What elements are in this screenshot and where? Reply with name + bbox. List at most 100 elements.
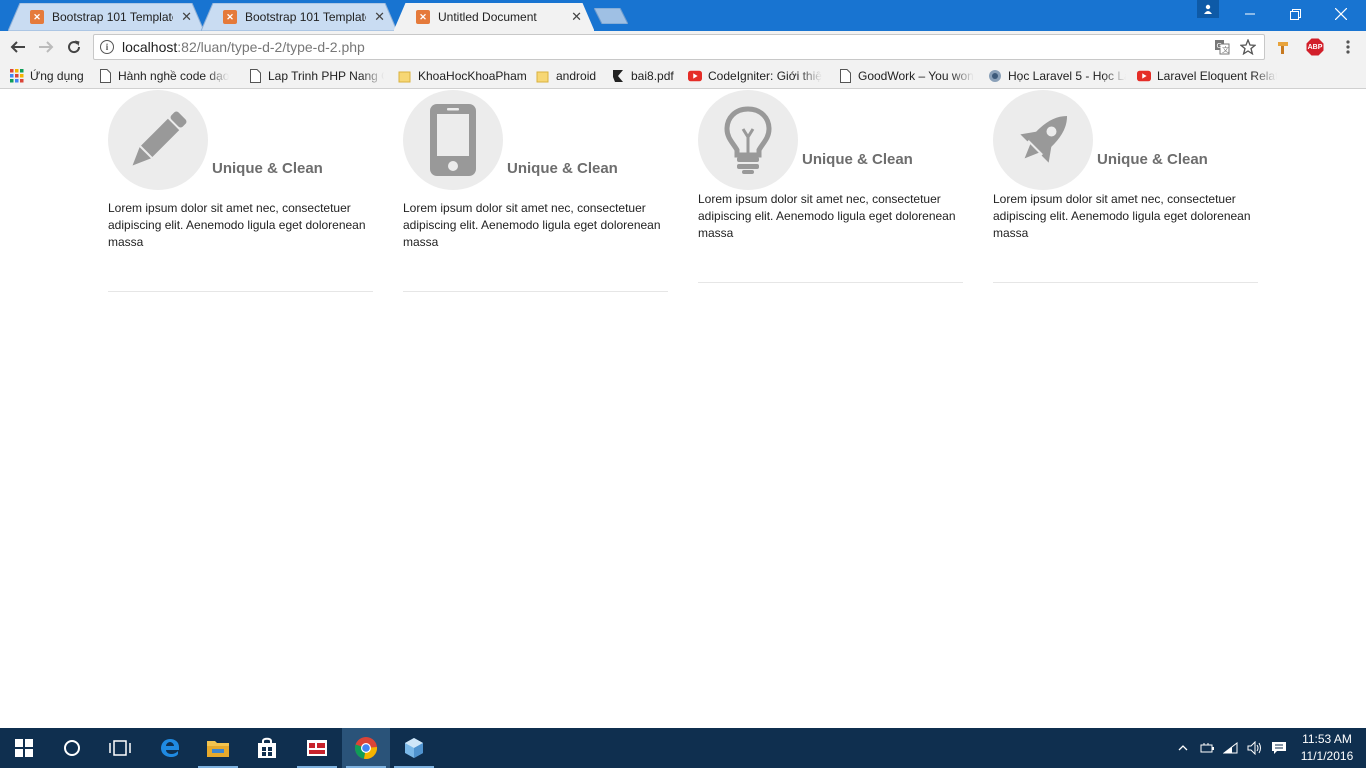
minimize-icon	[1245, 13, 1255, 15]
tab-close-icon[interactable]: ✕	[374, 9, 385, 25]
page-icon	[248, 69, 262, 83]
url-path: :82/luan/type-d-2/type-d-2.php	[177, 39, 365, 55]
power-plug-icon	[1200, 743, 1214, 753]
bookmark-item[interactable]: Hành nghề code dạo	[98, 67, 234, 85]
windows-taskbar: 11:53 AM 11/1/2016	[0, 728, 1366, 768]
feature-text: Lorem ipsum dolor sit amet nec, consecte…	[698, 192, 956, 240]
bookmark-label: Hành nghề code dạo	[118, 69, 230, 83]
tab-title: Bootstrap 101 Template	[52, 10, 174, 24]
youtube-icon	[688, 69, 702, 83]
tray-ime[interactable]	[1268, 728, 1290, 768]
chrome-browser-icon	[354, 737, 378, 759]
close-icon	[1335, 8, 1347, 20]
feature-title: Unique & Clean	[212, 160, 323, 177]
lightbulb-icon	[724, 106, 772, 174]
bookmark-label: Lap Trinh PHP Nang C	[268, 69, 384, 83]
forward-button[interactable]	[34, 35, 58, 59]
close-window-button[interactable]	[1318, 0, 1364, 28]
browser-tab-active[interactable]: ✕ Untitled Document ✕	[394, 3, 594, 31]
bookmark-item[interactable]: CodeIgniter: Giới thiệ	[688, 67, 826, 85]
taskbar-clock[interactable]: 11:53 AM 11/1/2016	[1296, 731, 1358, 765]
extension-button[interactable]	[1274, 37, 1294, 57]
reload-icon	[68, 40, 81, 54]
chrome-menu-button[interactable]	[1338, 37, 1358, 57]
xampp-favicon-icon: ✕	[30, 10, 44, 24]
new-tab-button[interactable]	[594, 8, 628, 24]
omnibox-actions: G文	[1214, 39, 1256, 55]
rocket-icon	[1020, 115, 1068, 163]
url-host: localhost	[122, 39, 178, 55]
clock-date: 11/1/2016	[1300, 749, 1354, 763]
bookmark-item[interactable]: Lap Trinh PHP Nang C	[248, 67, 384, 85]
bookmark-item[interactable]: Laravel Eloquent Relat	[1137, 67, 1277, 85]
tray-show-hidden[interactable]	[1174, 728, 1192, 768]
adblock-plus-label: ABP	[1307, 43, 1323, 51]
browser-tab[interactable]: ✕ Bootstrap 101 Template ✕	[201, 3, 397, 31]
task-view-icon	[109, 740, 131, 756]
windows-logo-icon	[15, 739, 33, 757]
bookmark-apps[interactable]: Ứng dụng	[10, 67, 84, 85]
app-window-icon	[307, 740, 327, 756]
tray-network[interactable]	[1220, 728, 1242, 768]
cortana-button[interactable]	[48, 728, 96, 768]
feature-divider	[108, 291, 373, 292]
page-icon	[98, 69, 112, 83]
site-info-icon[interactable]: i	[100, 40, 114, 54]
laravel-site-icon	[988, 69, 1002, 83]
adblock-plus-button[interactable]: ABP	[1305, 37, 1325, 57]
pdf-icon	[611, 69, 625, 83]
profile-button[interactable]	[1197, 0, 1219, 18]
browser-titlebar: ✕ Bootstrap 101 Template ✕ ✕ Bootstrap 1…	[0, 0, 1366, 31]
bookmark-item[interactable]: Học Laravel 5 - Học Là	[988, 67, 1126, 85]
bookmark-label: bai8.pdf	[631, 69, 674, 83]
task-view-button[interactable]	[96, 728, 144, 768]
tab-title: Untitled Document	[438, 10, 537, 24]
bookmark-folder[interactable]: android	[536, 67, 596, 85]
bookmark-item[interactable]: GoodWork – You won	[838, 67, 974, 85]
bookmark-label: Học Laravel 5 - Học Là	[1008, 69, 1126, 83]
feature-title: Unique & Clean	[507, 160, 618, 177]
hammer-extension-icon	[1278, 42, 1288, 54]
browser-tab[interactable]: ✕ Bootstrap 101 Template ✕	[8, 3, 204, 31]
xampp-favicon-icon: ✕	[416, 10, 430, 24]
taskbar-chrome[interactable]	[342, 728, 390, 768]
taskbar-app-red[interactable]	[293, 728, 341, 768]
taskbar-edge[interactable]	[146, 728, 194, 768]
folder-icon	[398, 69, 412, 83]
page-icon	[838, 69, 852, 83]
taskbar-store[interactable]	[243, 728, 291, 768]
page-viewport: Unique & Clean Lorem ipsum dolor sit ame…	[0, 90, 1366, 728]
tab-close-icon[interactable]: ✕	[181, 9, 192, 25]
feature-icon-circle	[403, 90, 503, 190]
feature-divider	[993, 282, 1258, 283]
feature-icon-circle	[993, 90, 1093, 190]
taskbar-app-box[interactable]	[390, 728, 438, 768]
translate-icon[interactable]: G文	[1214, 39, 1230, 55]
feature-text: Lorem ipsum dolor sit amet nec, consecte…	[993, 192, 1251, 240]
store-bag-icon	[258, 737, 276, 758]
start-button[interactable]	[0, 728, 48, 768]
back-button[interactable]	[6, 35, 30, 59]
bookmark-label: KhoaHocKhoaPham	[418, 69, 527, 83]
bookmark-star-icon[interactable]	[1240, 39, 1256, 55]
browser-toolbar: i localhost:82/luan/type-d-2/type-d-2.ph…	[0, 31, 1366, 63]
bookmark-label: CodeIgniter: Giới thiệ	[708, 69, 822, 83]
tab-close-icon[interactable]: ✕	[571, 9, 582, 25]
edge-browser-icon	[161, 739, 179, 757]
bookmark-label: GoodWork – You won	[858, 69, 974, 83]
taskbar-file-explorer[interactable]	[194, 728, 242, 768]
more-vert-icon	[1346, 40, 1350, 54]
speaker-icon	[1247, 741, 1261, 755]
minimize-button[interactable]	[1227, 0, 1273, 28]
tray-volume[interactable]	[1244, 728, 1266, 768]
bookmark-folder[interactable]: KhoaHocKhoaPham	[398, 67, 527, 85]
folder-icon	[536, 69, 550, 83]
wifi-icon	[1223, 742, 1238, 754]
bookmark-label: Laravel Eloquent Relat	[1157, 69, 1277, 83]
bookmark-item[interactable]: bai8.pdf	[611, 67, 674, 85]
tray-battery[interactable]	[1196, 728, 1218, 768]
restore-button[interactable]	[1272, 0, 1318, 28]
feature-title: Unique & Clean	[802, 151, 913, 168]
reload-button[interactable]	[62, 35, 86, 59]
address-bar[interactable]: i localhost:82/luan/type-d-2/type-d-2.ph…	[93, 34, 1265, 60]
